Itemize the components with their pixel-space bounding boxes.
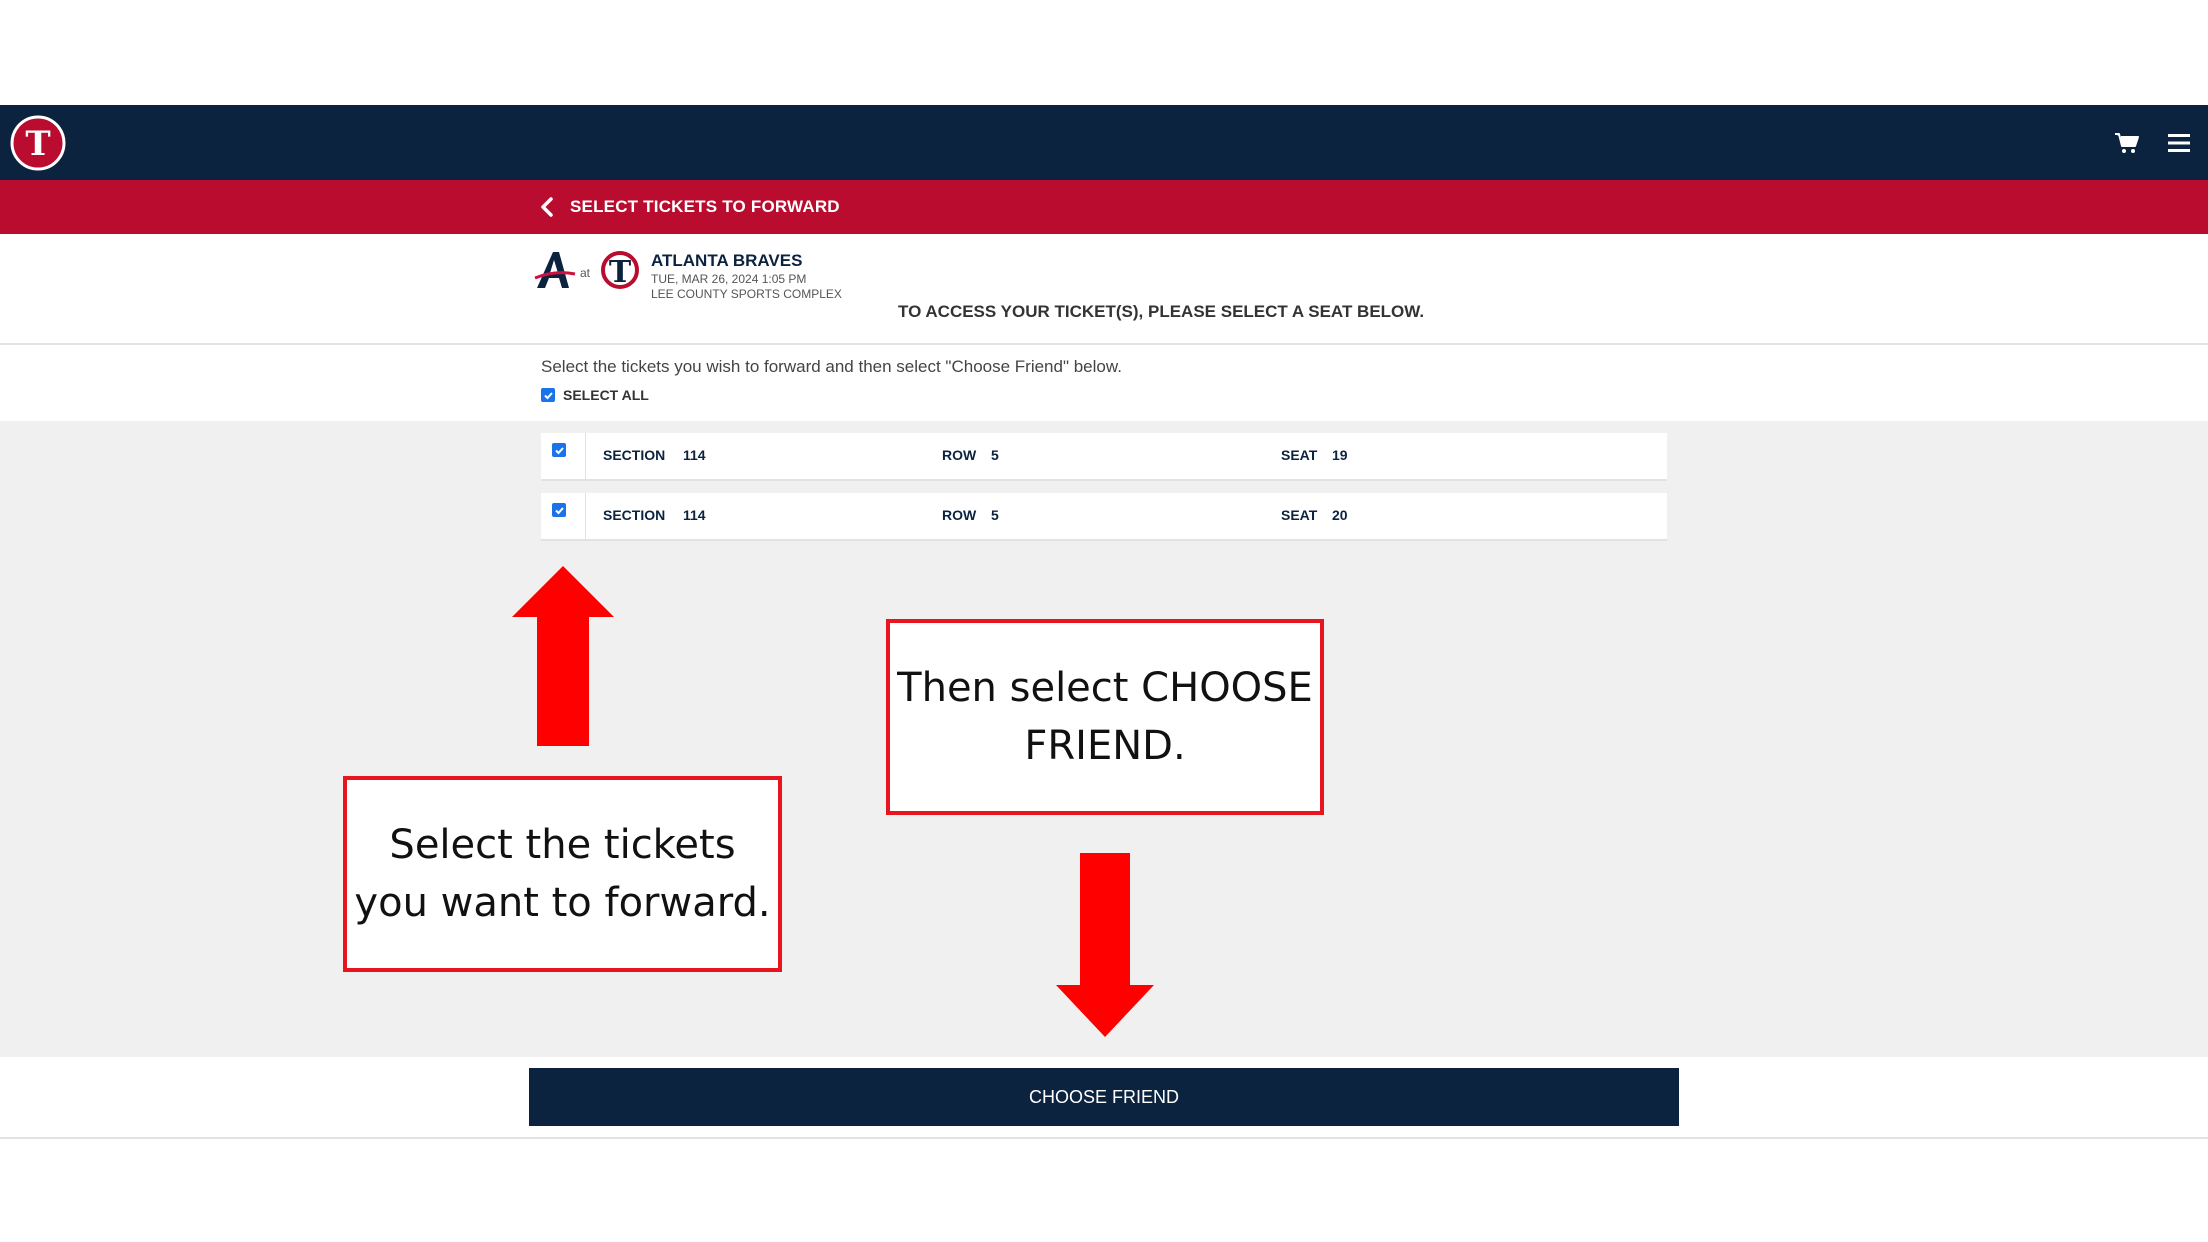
row-value: 5: [991, 507, 999, 523]
seat-label: SEAT: [1281, 507, 1318, 523]
left-callout-text: Select the tickets you want to forward.: [354, 822, 771, 926]
top-navigation-bar: T: [0, 105, 2208, 180]
hamburger-menu-icon[interactable]: [2168, 132, 2190, 154]
ticket-row[interactable]: SECTION 114 ROW 5 SEAT 19: [541, 433, 1667, 481]
select-all-label: SELECT ALL: [563, 387, 649, 403]
left-callout: Select the tickets you want to forward.: [343, 776, 782, 972]
ticket-checkbox-cell: [541, 433, 586, 479]
svg-text:T: T: [609, 255, 632, 290]
instructions-text: Select the tickets you wish to forward a…: [541, 357, 1122, 376]
section-value: 114: [683, 507, 706, 523]
event-venue: LEE COUNTY SPORTS COMPLEX: [651, 287, 842, 301]
opponent-team-name: ATLANTA BRAVES: [651, 251, 803, 270]
seat-value: 19: [1332, 447, 1348, 463]
select-all-checkbox[interactable]: SELECT ALL: [541, 387, 649, 403]
twins-logo-icon[interactable]: T: [10, 115, 66, 171]
choose-friend-button[interactable]: CHOOSE FRIEND: [529, 1068, 1679, 1126]
page-title: SELECT TICKETS TO FORWARD: [570, 197, 840, 216]
checkbox-checked-icon[interactable]: [541, 388, 555, 402]
back-button[interactable]: SELECT TICKETS TO FORWARD: [540, 193, 840, 221]
instructions-panel: Select the tickets you wish to forward a…: [0, 345, 2208, 421]
up-arrow-annotation: [512, 566, 614, 746]
event-header: at T ATLANTA BRAVES TUE, MAR 26, 2024 1:…: [0, 234, 2208, 345]
row-value: 5: [991, 447, 999, 463]
cart-icon[interactable]: [2114, 132, 2140, 154]
row-label: ROW: [942, 507, 977, 523]
footer-bar: CHOOSE FRIEND: [0, 1057, 2208, 1139]
row-label: ROW: [942, 447, 977, 463]
page-title-bar: SELECT TICKETS TO FORWARD: [0, 180, 2208, 234]
down-arrow-annotation: [1056, 853, 1154, 1037]
section-label: SECTION: [603, 447, 666, 463]
seat-label: SEAT: [1281, 447, 1318, 463]
ticket-checkbox[interactable]: [552, 503, 566, 517]
svg-text:T: T: [25, 124, 50, 164]
right-callout: Then select CHOOSE FRIEND.: [886, 619, 1324, 815]
right-callout-text: Then select CHOOSE FRIEND.: [897, 665, 1313, 769]
access-message: TO ACCESS YOUR TICKET(S), PLEASE SELECT …: [898, 302, 1425, 321]
seat-value: 20: [1332, 507, 1348, 523]
at-label: at: [580, 266, 591, 280]
event-datetime: TUE, MAR 26, 2024 1:05 PM: [651, 272, 807, 286]
ticket-list-area: SECTION 114 ROW 5 SEAT 19 SECTION 114 RO…: [0, 421, 2208, 1057]
section-label: SECTION: [603, 507, 666, 523]
ticket-checkbox-cell: [541, 493, 586, 539]
chevron-left-icon: [541, 197, 553, 217]
section-value: 114: [683, 447, 706, 463]
braves-logo-icon: [534, 252, 576, 288]
ticket-checkbox[interactable]: [552, 443, 566, 457]
ticket-row[interactable]: SECTION 114 ROW 5 SEAT 20: [541, 493, 1667, 541]
twins-logo-icon: T: [601, 251, 639, 290]
